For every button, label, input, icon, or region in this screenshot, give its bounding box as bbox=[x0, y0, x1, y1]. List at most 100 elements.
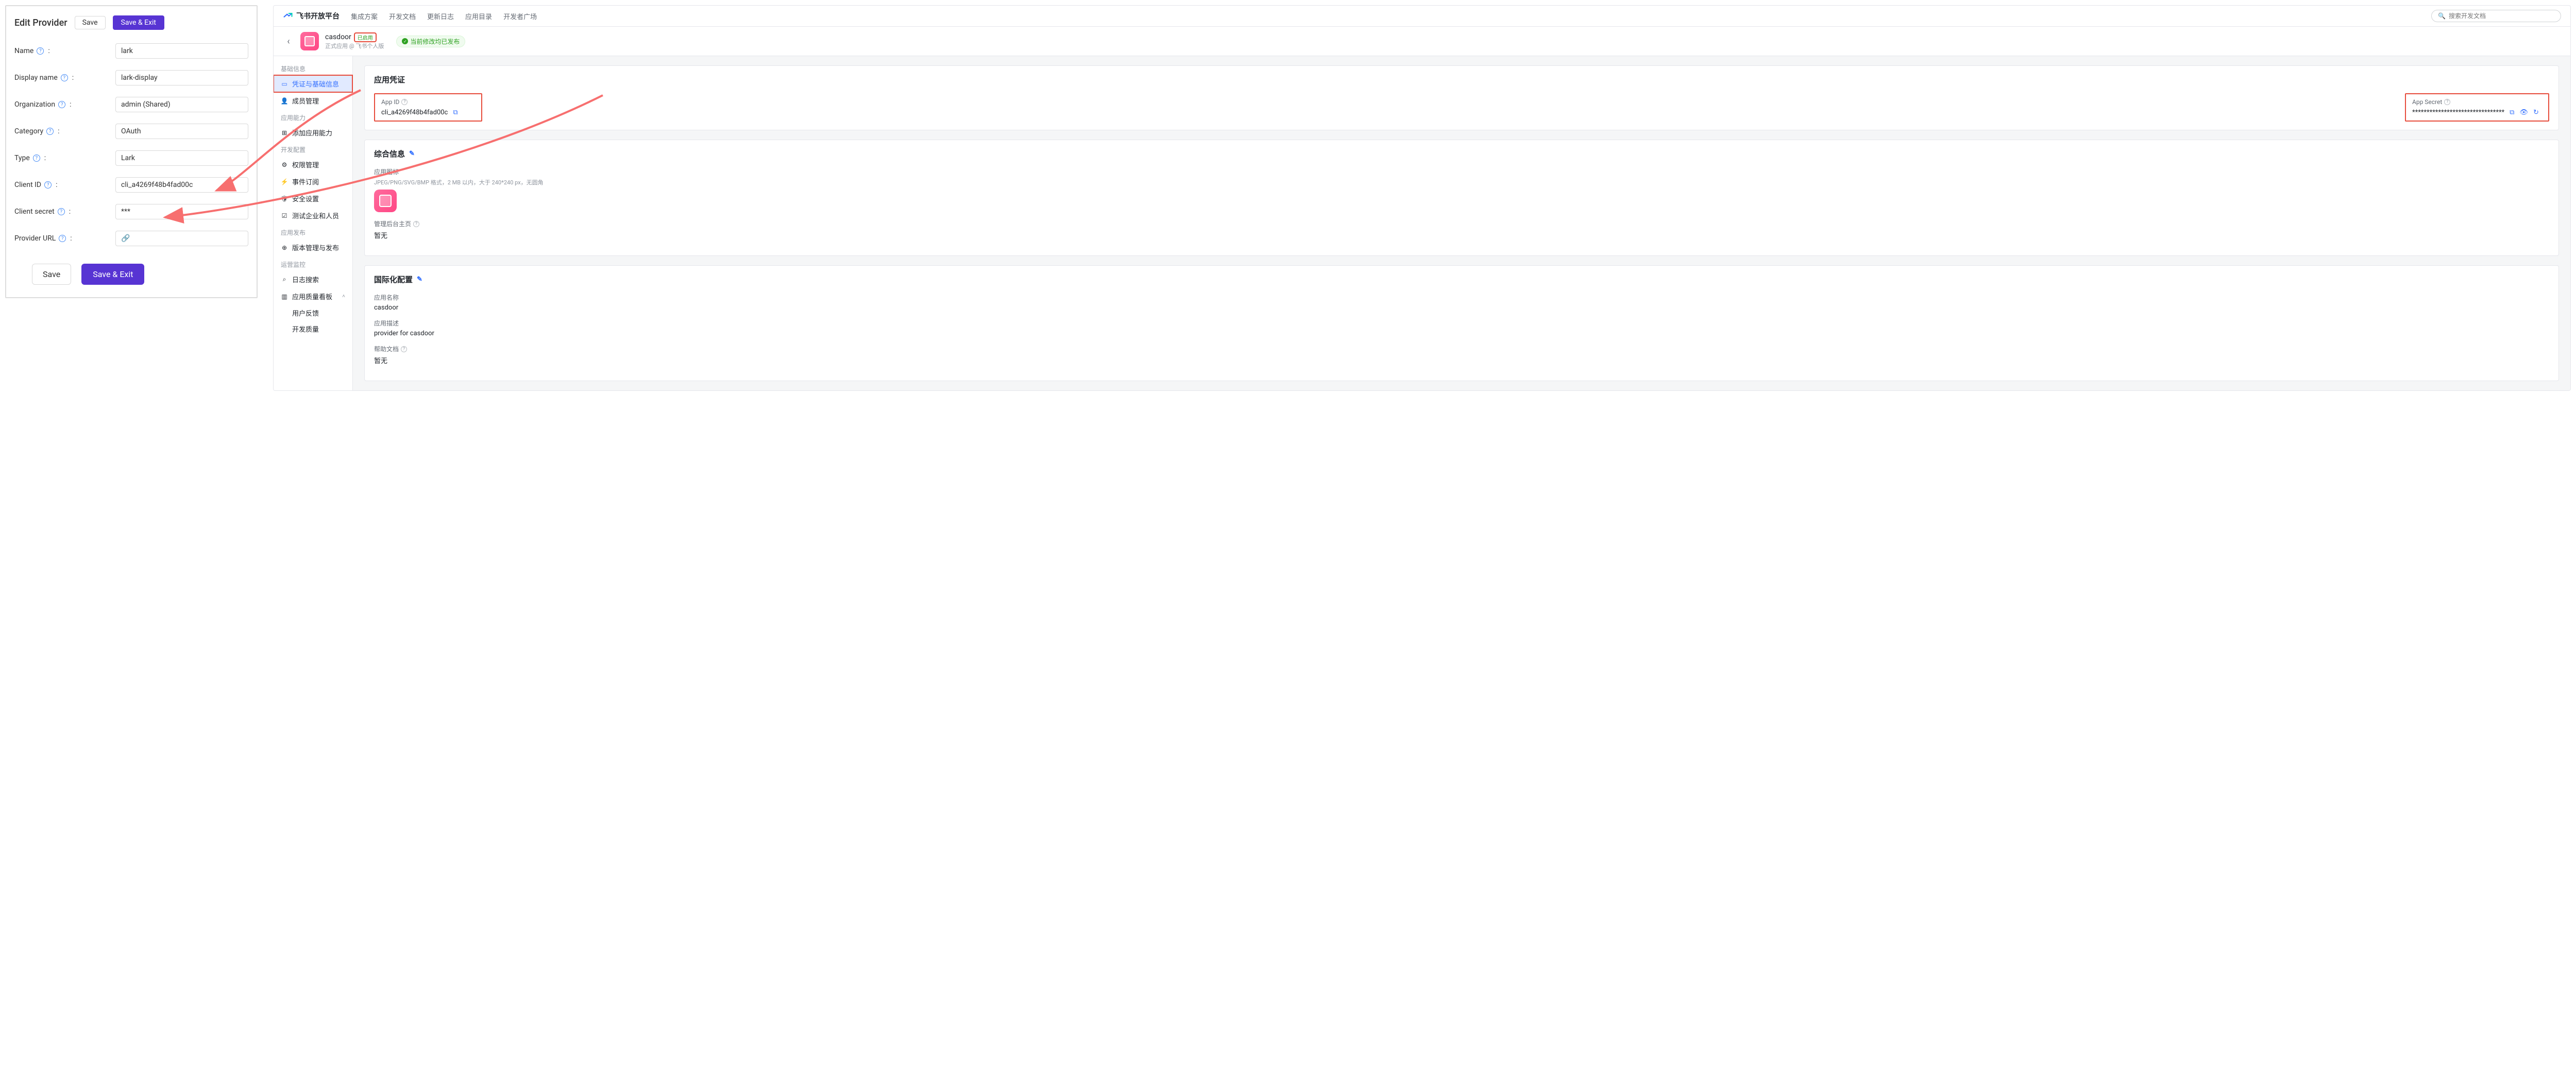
sidebar-item-label: 凭证与基础信息 bbox=[292, 79, 339, 89]
client-secret-input[interactable] bbox=[115, 204, 248, 219]
edit-icon[interactable]: ✎ bbox=[417, 276, 422, 283]
edit-icon[interactable]: ✎ bbox=[409, 150, 415, 158]
sidebar-item-label: 日志搜索 bbox=[292, 274, 319, 284]
sidebar-item-icon: ⊞ bbox=[281, 129, 288, 136]
app-desc-value: provider for casdoor bbox=[374, 330, 2549, 337]
sidebar-section-title: 应用发布 bbox=[274, 224, 352, 239]
sidebar-item-label: 版本管理与发布 bbox=[292, 243, 339, 252]
sidebar-subitem[interactable]: 用户反馈 bbox=[274, 305, 352, 321]
sidebar-item-label: 成员管理 bbox=[292, 96, 319, 106]
sidebar-item-icon: 🛡 bbox=[281, 195, 288, 202]
type-select[interactable] bbox=[115, 150, 248, 166]
sidebar-item-label: 安全设置 bbox=[292, 194, 319, 203]
help-icon[interactable]: ? bbox=[401, 99, 408, 105]
sidebar-item-icon: 👤 bbox=[281, 97, 288, 105]
provider-url-input[interactable]: 🔗 bbox=[115, 231, 248, 246]
sidebar-item[interactable]: ⚡事件订阅 bbox=[274, 173, 352, 190]
sidebar-item[interactable]: 👤 成员管理 bbox=[274, 92, 352, 109]
help-icon[interactable]: ? bbox=[2444, 99, 2450, 105]
lark-console-panel: 飞书开放平台 集成方案 开发文档 更新日志 应用目录 开发者广场 🔍 ‹ cas… bbox=[273, 5, 2571, 391]
sidebar-item-icon: ⌕ bbox=[281, 276, 288, 283]
sidebar-item[interactable]: ⊕ 版本管理与发布 bbox=[274, 239, 352, 256]
help-icon[interactable]: ? bbox=[61, 74, 68, 81]
category-label: Category ? : bbox=[14, 127, 115, 135]
help-doc-value: 暂无 bbox=[374, 355, 2549, 365]
nav-changelog[interactable]: 更新日志 bbox=[427, 11, 454, 21]
summary-card: 综合信息 ✎ 应用图标 JPEG/PNG/SVG/BMP 格式，2 MB 以内，… bbox=[364, 140, 2559, 256]
sidebar-item-icon: ⊕ bbox=[281, 244, 288, 251]
save-button-bottom[interactable]: Save bbox=[32, 264, 71, 285]
eye-icon[interactable]: 👁 bbox=[2519, 109, 2528, 116]
sidebar-section-title: 开发配置 bbox=[274, 141, 352, 156]
sidebar-item-label: 事件订阅 bbox=[292, 177, 319, 186]
app-id-label: App ID bbox=[381, 98, 399, 106]
page-title: Edit Provider bbox=[14, 18, 67, 28]
app-name-value: casdoor bbox=[374, 304, 2549, 312]
sidebar-item[interactable]: 🛡 安全设置 bbox=[274, 190, 352, 207]
app-secret-value: ******************************** bbox=[2412, 109, 2504, 116]
app-icon-hint: JPEG/PNG/SVG/BMP 格式，2 MB 以内，大于 240*240 p… bbox=[374, 178, 2549, 186]
nav-catalog[interactable]: 应用目录 bbox=[465, 11, 492, 21]
help-icon[interactable]: ? bbox=[413, 221, 419, 227]
i18n-title: 国际化配置 bbox=[374, 274, 413, 285]
sidebar-item-label: 添加应用能力 bbox=[292, 128, 332, 138]
edit-provider-panel: Edit Provider Save Save & Exit Name ? : … bbox=[5, 5, 258, 298]
help-icon[interactable]: ? bbox=[46, 128, 54, 135]
help-icon[interactable]: ? bbox=[59, 235, 66, 242]
app-icon-label: 应用图标 bbox=[374, 167, 2549, 176]
sidebar-item-label: 应用质量看板 bbox=[292, 291, 332, 301]
help-icon[interactable]: ? bbox=[33, 154, 40, 162]
search-input[interactable] bbox=[2449, 12, 2554, 20]
app-subtitle: 正式应用 @ 飞书个人版 bbox=[325, 42, 384, 50]
lark-logo-icon bbox=[283, 11, 293, 21]
sidebar-item[interactable]: ☑测试企业和人员 bbox=[274, 207, 352, 224]
nav-community[interactable]: 开发者广场 bbox=[503, 11, 537, 21]
client-id-label: Client ID ? : bbox=[14, 181, 115, 189]
sidebar-item-icon: ☑ bbox=[281, 212, 288, 219]
client-secret-label: Client secret ? : bbox=[14, 208, 115, 216]
display-name-input[interactable] bbox=[115, 70, 248, 85]
back-button[interactable]: ‹ bbox=[283, 36, 294, 47]
sidebar-item[interactable]: ▥应用质量看板˄ bbox=[274, 288, 352, 305]
sidebar-item[interactable]: ⊞ 添加应用能力 bbox=[274, 124, 352, 141]
sidebar-item[interactable]: ⚙权限管理 bbox=[274, 156, 352, 173]
app-icon-preview bbox=[374, 190, 397, 212]
nav-docs[interactable]: 开发文档 bbox=[389, 11, 416, 21]
credentials-card: 应用凭证 App ID ? cli_a4269f48b4fad00c ⧉ bbox=[364, 65, 2559, 130]
chevron-up-icon: ˄ bbox=[342, 294, 345, 299]
app-secret-box: App Secret ? ***************************… bbox=[2405, 93, 2549, 122]
main-content: 应用凭证 App ID ? cli_a4269f48b4fad00c ⧉ bbox=[353, 56, 2570, 390]
app-subheader: ‹ casdoor 已启用 正式应用 @ 飞书个人版 ✓ 当前修改均已发布 bbox=[274, 27, 2570, 56]
client-id-input[interactable] bbox=[115, 177, 248, 193]
sidebar-item[interactable]: ⌕ 日志搜索 bbox=[274, 271, 352, 288]
help-icon[interactable]: ? bbox=[37, 47, 44, 55]
copy-icon[interactable]: ⧉ bbox=[2510, 109, 2514, 116]
sidebar-section-title: 应用能力 bbox=[274, 109, 352, 124]
help-icon[interactable]: ? bbox=[401, 346, 407, 352]
sidebar-subitem[interactable]: 开发质量 bbox=[274, 321, 352, 337]
link-icon: 🔗 bbox=[121, 234, 130, 243]
help-doc-label: 帮助文档 bbox=[374, 345, 399, 353]
app-name: casdoor bbox=[325, 33, 351, 41]
help-icon[interactable]: ? bbox=[58, 101, 65, 108]
publish-status-badge: ✓ 当前修改均已发布 bbox=[396, 36, 465, 47]
copy-icon[interactable]: ⧉ bbox=[453, 109, 457, 116]
type-label: Type ? : bbox=[14, 154, 115, 162]
app-secret-label: App Secret bbox=[2412, 98, 2442, 106]
nav-integration[interactable]: 集成方案 bbox=[351, 11, 378, 21]
sidebar-item[interactable]: ▭凭证与基础信息 bbox=[274, 75, 352, 92]
help-icon[interactable]: ? bbox=[44, 181, 52, 188]
save-exit-button[interactable]: Save & Exit bbox=[113, 15, 164, 30]
app-desc-label: 应用描述 bbox=[374, 319, 2549, 328]
refresh-icon[interactable]: ↻ bbox=[2533, 109, 2539, 116]
sidebar-section-title: 基础信息 bbox=[274, 60, 352, 75]
organization-select[interactable] bbox=[115, 97, 248, 112]
save-button[interactable]: Save bbox=[75, 16, 106, 29]
search-box[interactable]: 🔍 bbox=[2431, 10, 2561, 22]
brand[interactable]: 飞书开放平台 bbox=[283, 11, 340, 21]
help-icon[interactable]: ? bbox=[58, 208, 65, 215]
name-input[interactable] bbox=[115, 43, 248, 59]
category-select[interactable] bbox=[115, 124, 248, 139]
search-icon: 🔍 bbox=[2438, 12, 2446, 20]
save-exit-button-bottom[interactable]: Save & Exit bbox=[81, 264, 144, 285]
